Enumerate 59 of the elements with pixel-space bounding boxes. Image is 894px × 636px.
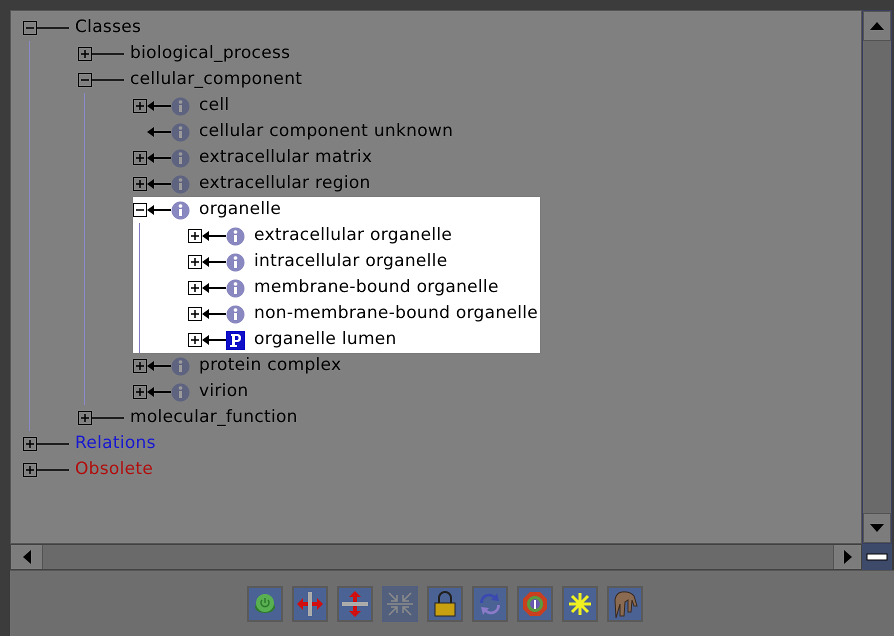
vertical-arrows-icon: [342, 590, 368, 616]
expand-toggle-icon[interactable]: [188, 281, 202, 295]
tree-node-label[interactable]: organelle: [199, 197, 282, 223]
tree-node-label[interactable]: intracellular organelle: [254, 249, 448, 275]
expand-toggle-icon[interactable]: [188, 229, 202, 243]
up-arrow-icon: [870, 22, 884, 30]
collapse-toggle-icon[interactable]: [23, 21, 37, 35]
tree-node-label[interactable]: molecular_function: [130, 405, 298, 431]
down-arrow-icon: [870, 524, 884, 532]
collapse-toggle-icon[interactable]: [78, 73, 92, 87]
horizontal-arrows-icon: [297, 592, 323, 616]
collapse-toggle-icon[interactable]: [133, 203, 147, 217]
expand-toggle-icon[interactable]: [23, 463, 37, 477]
scroll-left-button[interactable]: [11, 545, 43, 569]
expand-toggle-icon[interactable]: [188, 307, 202, 321]
expand-toggle-icon[interactable]: [133, 177, 147, 191]
right-arrow-icon: [844, 550, 852, 564]
vertical-scrollbar[interactable]: [862, 10, 892, 544]
toolbar-button[interactable]: [607, 586, 643, 622]
asterisk-icon: [568, 592, 592, 616]
power-icon: [253, 592, 277, 616]
scroll-down-button[interactable]: [863, 513, 891, 543]
expand-toggle-icon[interactable]: [188, 255, 202, 269]
expand-toggle-icon[interactable]: [133, 359, 147, 373]
scroll-right-button[interactable]: [833, 545, 861, 569]
tree-node-label[interactable]: Classes: [75, 15, 142, 41]
toolbar-button[interactable]: [292, 586, 328, 622]
tree-node-label[interactable]: protein complex: [199, 353, 342, 379]
tree-node-label[interactable]: extracellular organelle: [254, 223, 452, 249]
toolbar-button[interactable]: [562, 586, 598, 622]
expand-toggle-icon[interactable]: [23, 437, 37, 451]
lock-icon: [434, 590, 456, 616]
expand-toggle-icon[interactable]: [78, 47, 92, 61]
minimize-icon: [866, 553, 888, 561]
inward-arrows-icon: [387, 590, 413, 616]
expand-toggle-icon[interactable]: [133, 385, 147, 399]
expand-toggle-icon[interactable]: [188, 333, 202, 347]
tree-node-label[interactable]: cellular_component: [130, 67, 302, 93]
corner-button[interactable]: [862, 544, 892, 570]
expand-toggle-icon[interactable]: [133, 151, 147, 165]
tree-node-label[interactable]: non-membrane-bound organelle: [254, 301, 538, 327]
tree-node-label[interactable]: extracellular region: [199, 171, 371, 197]
scroll-up-button[interactable]: [863, 11, 891, 41]
tree-node-label[interactable]: cellular component unknown: [199, 119, 454, 145]
tree-node-label[interactable]: cell: [199, 93, 230, 119]
hand-icon: [612, 590, 638, 618]
tree-node-label[interactable]: biological_process: [130, 41, 290, 67]
tree-node-label[interactable]: organelle lumen: [254, 327, 397, 353]
expand-toggle-icon[interactable]: [78, 411, 92, 425]
info-badge-icon: [522, 590, 548, 616]
sync-arrows-icon: [477, 590, 503, 616]
horizontal-scrollbar[interactable]: [10, 544, 862, 570]
toolbar-button[interactable]: [427, 586, 463, 622]
toolbar-button[interactable]: [337, 586, 373, 622]
tree-node-label[interactable]: membrane-bound organelle: [254, 275, 499, 301]
left-arrow-icon: [22, 550, 30, 564]
tree-node-label[interactable]: virion: [199, 379, 248, 405]
expand-toggle-icon[interactable]: [133, 99, 147, 113]
tree-node-label[interactable]: extracellular matrix: [199, 145, 372, 171]
